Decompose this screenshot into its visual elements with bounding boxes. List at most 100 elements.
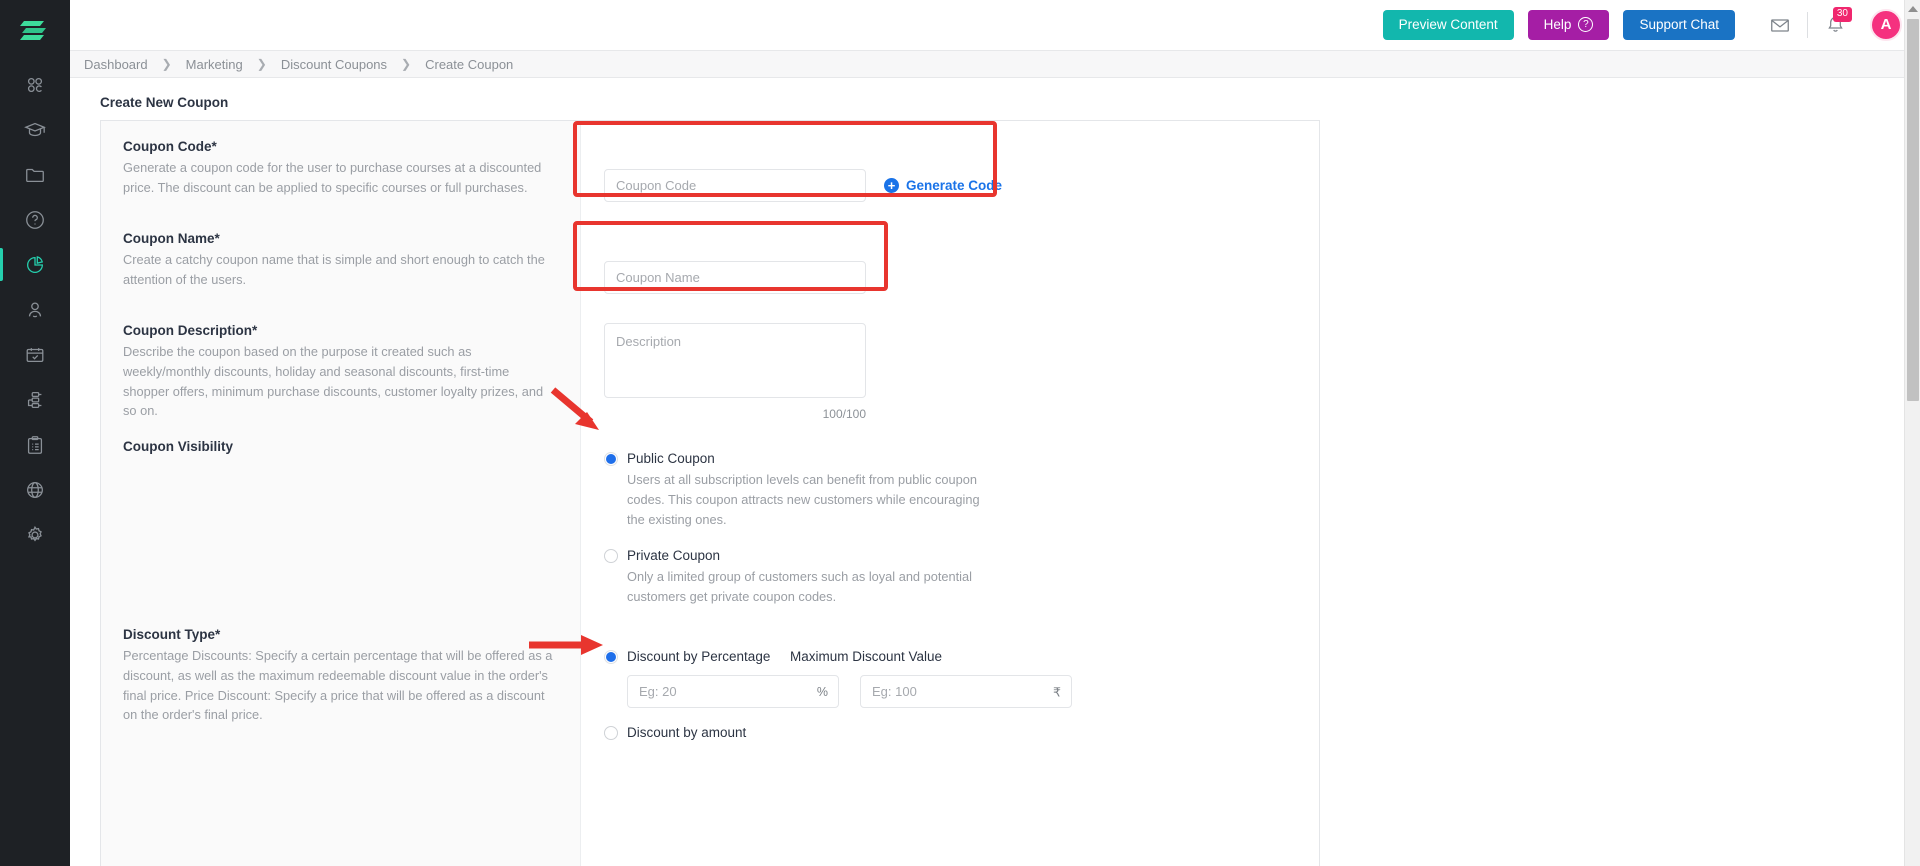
folder-icon [26,168,44,182]
coupon-visibility-row: Public Coupon Users at all subscription … [581,439,1319,627]
discount-type-label-block: Discount Type* Percentage Discounts: Spe… [123,627,558,747]
help-label: Help [1543,17,1572,32]
app-root: Preview Content Help ? Support Chat 30 A… [0,0,1920,866]
settings-gear-icon [27,525,42,542]
coupon-description-title: Coupon Description* [123,323,258,338]
page-title: Create New Coupon [100,95,229,110]
main-content: Preview Content Help ? Support Chat 30 A… [70,0,1920,866]
dashboard-grid-icon [27,77,43,92]
coupon-description-description: Describe the coupon based on the purpose… [123,344,544,419]
messages-button[interactable] [1761,6,1799,44]
breadcrumb-item-dashboard[interactable]: Dashboard [84,57,148,72]
scroll-up-arrow-icon[interactable] [1905,0,1920,17]
avatar-initial: A [1880,16,1892,33]
maximum-discount-value-label: Maximum Discount Value [790,649,943,664]
coupon-visibility-title: Coupon Visibility [123,439,234,454]
coupon-description-textarea[interactable] [604,323,866,398]
coupon-name-description: Create a catchy coupon name that is simp… [123,252,545,287]
form-labels-column: Coupon Code* Generate a coupon code for … [101,121,581,866]
form-controls-column: + Generate Code 100/100 P [581,121,1319,866]
maximum-discount-value-input[interactable] [860,675,1072,708]
description-char-counter: 100/100 [822,407,866,421]
sitemap-icon [27,391,42,408]
discount-by-percentage-radio[interactable] [604,649,618,664]
breadcrumb-item-create-coupon[interactable]: Create Coupon [425,57,513,72]
header-divider [1807,11,1808,38]
coupon-description-row: 100/100 [581,323,1319,439]
percentage-input-wrapper: % [627,675,839,708]
coupon-code-title: Coupon Code* [123,139,217,154]
breadcrumb-item-discount-coupons[interactable]: Discount Coupons [281,57,387,72]
discount-type-row: Discount by Percentage Maximum Discount … [581,627,1319,740]
globe-icon [27,481,43,498]
coupon-code-row: + Generate Code [581,139,1319,231]
sidebar-item-settings[interactable] [0,512,70,557]
sidebar-item-dashboard[interactable] [0,62,70,107]
app-logo[interactable] [0,0,70,62]
sidebar-item-courses[interactable] [0,107,70,152]
private-coupon-label: Private Coupon [627,548,721,564]
top-header-bar: Preview Content Help ? Support Chat 30 A [70,0,1920,50]
breadcrumb-separator: ❯ [161,57,172,71]
generate-code-button[interactable]: + Generate Code [884,177,1003,193]
sidebar-item-reports[interactable] [0,422,70,467]
clipboard-list-icon [27,435,43,454]
notification-badge: 30 [1832,6,1852,22]
preview-content-label: Preview Content [1398,17,1498,32]
pie-chart-icon [27,255,44,273]
discount-by-amount-radio[interactable] [604,725,618,740]
support-chat-label: Support Chat [1639,17,1719,32]
generate-code-label: Generate Code [906,177,1003,193]
sidebar-item-files[interactable] [0,152,70,197]
discount-type-title: Discount Type* [123,627,221,642]
discount-by-percentage-option[interactable]: Discount by Percentage [604,649,790,664]
envelope-icon [1771,18,1789,32]
preview-content-button[interactable]: Preview Content [1382,9,1514,40]
stacked-layers-logo-icon [20,21,46,40]
private-coupon-option[interactable]: Private Coupon [604,548,1319,563]
plus-circle-icon: + [884,177,899,193]
coupon-name-row [581,231,1319,323]
create-coupon-card: Coupon Code* Generate a coupon code for … [100,120,1320,866]
notifications-button[interactable]: 30 [1816,6,1854,44]
sidebar-item-help[interactable] [0,197,70,242]
graduation-cap-icon [24,122,46,136]
max-discount-input-wrapper: ₹ [860,675,1072,708]
coupon-name-title: Coupon Name* [123,231,220,246]
discount-by-amount-option[interactable]: Discount by amount [604,725,1319,740]
discount-percentage-input[interactable] [627,675,839,708]
breadcrumb-separator: ❯ [401,57,412,71]
calendar-check-icon [26,347,44,362]
public-coupon-help: Users at all subscription levels can ben… [627,472,980,527]
breadcrumb-item-marketing[interactable]: Marketing [186,57,243,72]
main-sidebar [0,0,70,866]
coupon-name-label-block: Coupon Name* Create a catchy coupon name… [123,231,558,323]
help-button[interactable]: Help ? [1527,9,1610,40]
sidebar-item-structure[interactable] [0,377,70,422]
sidebar-item-site[interactable] [0,467,70,512]
coupon-name-input[interactable] [604,260,866,294]
sidebar-item-schedule[interactable] [0,332,70,377]
sidebar-item-users[interactable] [0,287,70,332]
question-mark-icon: ? [1578,17,1594,32]
discount-by-percentage-label: Discount by Percentage [627,649,771,664]
support-chat-button[interactable]: Support Chat [1623,9,1735,40]
public-coupon-radio[interactable] [604,451,618,466]
private-coupon-help: Only a limited group of customers such a… [627,569,972,605]
discount-type-description: Percentage Discounts: Specify a certain … [123,648,553,723]
coupon-code-label-block: Coupon Code* Generate a coupon code for … [123,139,558,231]
scrollbar-thumb[interactable] [1907,19,1919,401]
sidebar-item-marketing[interactable] [0,242,70,287]
coupon-code-input[interactable] [604,168,866,202]
private-coupon-radio[interactable] [604,548,618,563]
user-icon [28,301,42,317]
public-coupon-option[interactable]: Public Coupon [604,451,1319,466]
help-circle-icon [26,210,44,229]
discount-by-amount-label: Discount by amount [627,725,747,740]
avatar[interactable]: A [1870,8,1902,41]
coupon-code-description: Generate a coupon code for the user to p… [123,160,542,195]
breadcrumb: Dashboard ❯ Marketing ❯ Discount Coupons… [70,50,1920,78]
vertical-scrollbar[interactable] [1904,0,1920,866]
public-coupon-label: Public Coupon [627,451,715,466]
coupon-visibility-label-block: Coupon Visibility [123,439,558,627]
